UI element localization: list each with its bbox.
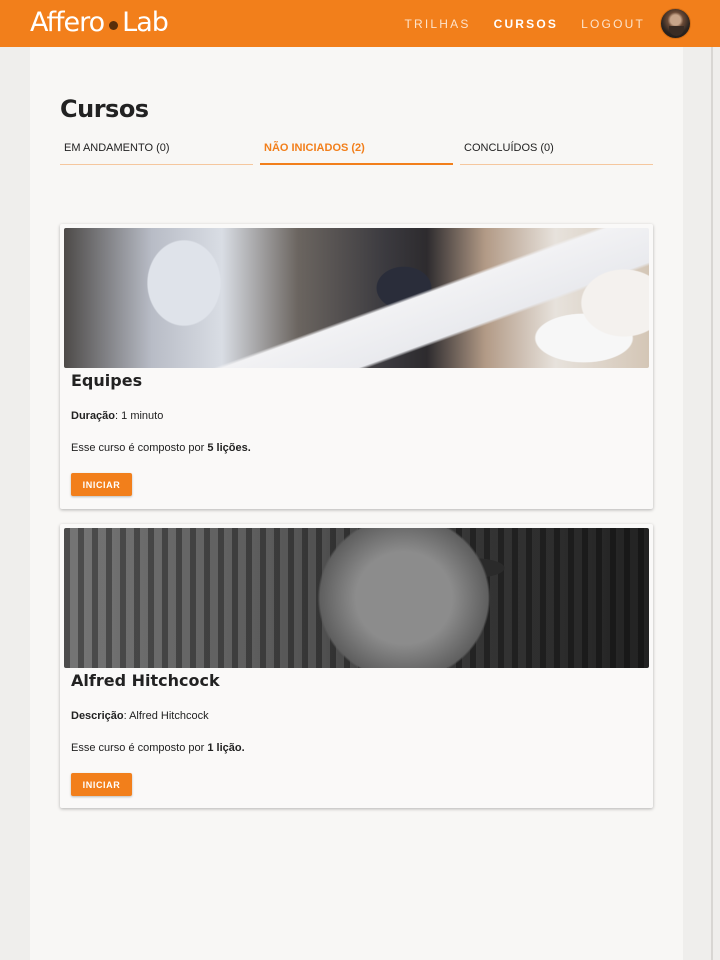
course-lesson-count: Esse curso é composto por 5 lições. (71, 442, 251, 454)
course-meta: Descrição: Alfred Hitchcock (71, 710, 209, 722)
nav-logout-link[interactable]: LOGOUT (581, 17, 645, 31)
tab-concluidos[interactable]: CONCLUÍDOS (0) (460, 139, 653, 165)
course-title: Equipes (71, 371, 143, 390)
top-bar: Affero Lab TRILHAS CURSOS LOGOUT (0, 0, 720, 47)
nav-cursos-link[interactable]: CURSOS (494, 17, 559, 31)
course-cover-image (64, 528, 649, 668)
lesson-count-prefix: Esse curso é composto por (71, 442, 208, 454)
tab-nao-iniciados[interactable]: NÃO INICIADOS (2) (260, 139, 453, 165)
course-meta-value: : 1 minuto (115, 410, 164, 422)
tab-em-andamento[interactable]: EM ANDAMENTO (0) (60, 139, 253, 165)
course-meta-label: Descrição (71, 710, 124, 722)
course-card: Alfred Hitchcock Descrição: Alfred Hitch… (60, 524, 653, 808)
main-panel: Cursos EM ANDAMENTO (0) NÃO INICIADOS (2… (30, 47, 683, 960)
course-meta-value: : Alfred Hitchcock (123, 710, 209, 722)
course-meta-label: Duração (71, 410, 116, 422)
affero-lab-logo[interactable]: Affero Lab (30, 7, 169, 39)
course-status-tabs: EM ANDAMENTO (0) NÃO INICIADOS (2) CONCL… (60, 139, 653, 165)
lesson-count-value: 1 lição. (207, 742, 245, 754)
logo-dot-icon (109, 20, 119, 30)
main-nav: TRILHAS CURSOS LOGOUT (382, 0, 720, 47)
scrollbar-track[interactable] (711, 47, 713, 960)
lesson-count-value: 5 lições. (207, 442, 251, 454)
lesson-count-prefix: Esse curso é composto por (71, 742, 208, 754)
start-course-button[interactable]: INICIAR (71, 473, 132, 496)
logo-text-left: Affero (30, 7, 105, 38)
start-course-button[interactable]: INICIAR (71, 773, 132, 796)
course-lesson-count: Esse curso é composto por 1 lição. (71, 742, 245, 754)
page-title: Cursos (60, 95, 149, 123)
course-title: Alfred Hitchcock (71, 671, 220, 690)
user-avatar[interactable] (660, 8, 691, 39)
course-cover-image (64, 228, 649, 368)
course-card: Equipes Duração: 1 minuto Esse curso é c… (60, 224, 653, 509)
logo-text-right: Lab (122, 7, 169, 38)
nav-trilhas-link[interactable]: TRILHAS (405, 17, 471, 31)
course-meta: Duração: 1 minuto (71, 410, 163, 422)
